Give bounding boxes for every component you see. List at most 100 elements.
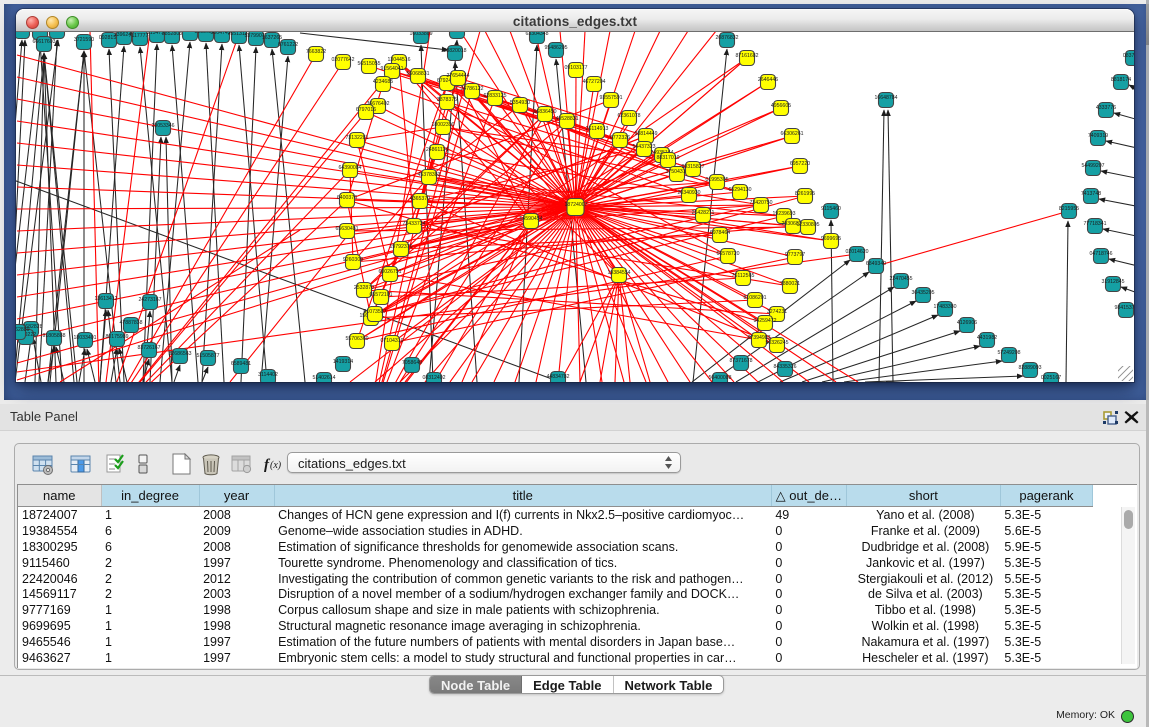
- svg-text:44834782: 44834782: [546, 374, 569, 380]
- svg-text:50400088: 50400088: [708, 375, 731, 381]
- svg-text:08312402: 08312402: [422, 375, 445, 381]
- svg-text:24273167: 24273167: [138, 297, 161, 303]
- svg-text:9260309: 9260309: [343, 257, 363, 263]
- svg-text:6849340: 6849340: [866, 261, 886, 267]
- svg-text:8818174: 8818174: [1111, 77, 1131, 83]
- svg-text:93557591: 93557591: [599, 95, 622, 101]
- svg-text:28820018: 28820018: [443, 48, 466, 54]
- svg-text:2646446: 2646446: [758, 77, 778, 83]
- svg-text:6400376: 6400376: [337, 195, 357, 201]
- svg-text:62833125: 62833125: [483, 93, 506, 99]
- svg-text:6772326: 6772326: [610, 135, 630, 141]
- svg-text:19239693: 19239693: [772, 211, 795, 217]
- svg-text:9699695: 9699695: [821, 236, 841, 242]
- svg-text:8261995: 8261995: [795, 191, 815, 197]
- svg-text:54499207: 54499207: [1081, 163, 1104, 169]
- svg-text:34786122: 34786122: [460, 86, 483, 92]
- svg-text:02014620: 02014620: [845, 249, 868, 255]
- svg-text:7880021: 7880021: [780, 281, 800, 287]
- svg-text:62361078: 62361078: [617, 113, 640, 119]
- svg-text:(x): (x): [270, 460, 282, 471]
- svg-text:0025167: 0025167: [1041, 375, 1061, 381]
- svg-text:47887838: 47887838: [119, 320, 142, 326]
- svg-text:66617603: 66617603: [32, 39, 55, 45]
- svg-text:77718341: 77718341: [1083, 221, 1106, 227]
- svg-text:18033401: 18033401: [73, 335, 96, 341]
- svg-text:94259472: 94259472: [753, 318, 776, 324]
- svg-text:20876832: 20876832: [715, 35, 738, 41]
- svg-text:4333776: 4333776: [1096, 105, 1116, 111]
- svg-text:66836450: 66836450: [533, 109, 556, 115]
- svg-text:1419314: 1419314: [333, 359, 353, 365]
- svg-text:22470455: 22470455: [889, 276, 912, 282]
- svg-text:4126906: 4126906: [957, 320, 977, 326]
- svg-text:7058649: 7058649: [402, 360, 422, 366]
- svg-text:19792376: 19792376: [389, 244, 412, 250]
- svg-text:46727204: 46727204: [582, 79, 605, 85]
- svg-text:12330805: 12330805: [796, 222, 819, 228]
- svg-text:98415377: 98415377: [1114, 305, 1134, 311]
- svg-text:13044516: 13044516: [387, 57, 410, 63]
- svg-text:93814449: 93814449: [634, 131, 657, 137]
- svg-text:64390084: 64390084: [338, 165, 361, 171]
- svg-text:9773797: 9773797: [785, 252, 805, 258]
- svg-text:1637265: 1637265: [262, 35, 282, 41]
- svg-text:76112565: 76112565: [732, 273, 755, 279]
- svg-text:32686563: 32686563: [168, 351, 191, 357]
- svg-text:3878375: 3878375: [437, 97, 457, 103]
- svg-text:56515055: 56515055: [357, 61, 380, 67]
- svg-text:31912845: 31912845: [1101, 279, 1124, 285]
- svg-text:01995305: 01995305: [705, 177, 728, 183]
- svg-text:51505877: 51505877: [196, 353, 219, 359]
- svg-text:5354930: 5354930: [510, 100, 530, 106]
- svg-text:04718746: 04718746: [1089, 251, 1112, 257]
- svg-text:87161682: 87161682: [735, 53, 758, 59]
- svg-text:51402614: 51402614: [312, 375, 335, 381]
- svg-text:20340930: 20340930: [677, 190, 700, 196]
- svg-text:82889093: 82889093: [1018, 365, 1041, 371]
- svg-text:61073587: 61073587: [363, 309, 386, 315]
- svg-text:55706360: 55706360: [345, 336, 368, 342]
- svg-text:3114402: 3114402: [258, 372, 278, 378]
- svg-text:73420750: 73420750: [749, 200, 772, 206]
- svg-text:84335326: 84335326: [773, 364, 796, 370]
- svg-text:95486205: 95486205: [544, 45, 567, 51]
- svg-text:30435205: 30435205: [911, 290, 934, 296]
- svg-text:56068831: 56068831: [406, 71, 429, 77]
- svg-text:99315827: 99315827: [681, 164, 704, 170]
- svg-text:18002390: 18002390: [431, 122, 454, 128]
- svg-text:88317010: 88317010: [656, 155, 679, 161]
- svg-text:57249208: 57249208: [997, 350, 1020, 356]
- svg-text:6761222: 6761222: [278, 42, 298, 48]
- svg-text:65294130: 65294130: [728, 187, 751, 193]
- svg-text:09103177: 09103177: [564, 65, 587, 71]
- svg-text:2532870: 2532870: [354, 285, 374, 291]
- svg-text:80175989: 80175989: [105, 334, 128, 340]
- svg-text:6978464: 6978464: [710, 230, 730, 236]
- svg-text:29053346: 29053346: [151, 123, 174, 129]
- svg-text:25428211: 25428211: [692, 210, 715, 216]
- svg-text:0837407: 0837407: [1123, 53, 1134, 59]
- svg-text:26462889: 26462889: [16, 327, 30, 333]
- svg-text:45378383: 45378383: [417, 172, 440, 178]
- svg-text:4234685: 4234685: [373, 79, 393, 85]
- svg-text:73132281: 73132281: [345, 135, 368, 141]
- svg-text:81086201: 81086201: [743, 295, 766, 301]
- svg-text:17483380: 17483380: [933, 304, 956, 310]
- svg-text:91564041: 91564041: [380, 66, 403, 72]
- svg-text:26114913: 26114913: [586, 126, 609, 132]
- svg-text:7413748: 7413748: [1081, 191, 1101, 197]
- svg-text:7663822: 7663822: [306, 49, 326, 55]
- svg-text:87371678: 87371678: [729, 358, 752, 364]
- svg-text:6589481: 6589481: [231, 361, 251, 367]
- svg-text:91805888: 91805888: [42, 333, 65, 339]
- svg-text:6957220: 6957220: [790, 161, 810, 167]
- svg-text:4431982: 4431982: [977, 335, 997, 341]
- svg-text:6797016: 6797016: [356, 107, 376, 113]
- svg-text:07104319: 07104319: [380, 338, 403, 344]
- svg-text:73433734: 73433734: [402, 221, 425, 227]
- svg-text:3274231: 3274231: [767, 309, 787, 315]
- svg-text:4956605: 4956605: [771, 103, 791, 109]
- svg-text:60026751: 60026751: [378, 269, 401, 275]
- svg-text:9115460: 9115460: [821, 206, 841, 212]
